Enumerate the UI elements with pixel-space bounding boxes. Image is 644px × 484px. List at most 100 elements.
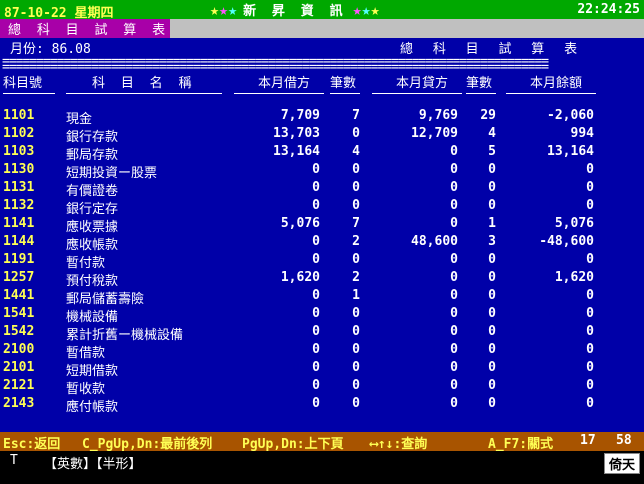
star-icons-right: ★ ★ ★ <box>352 0 380 19</box>
account-code: 2143 <box>3 396 35 411</box>
cell-debit: 13,703 <box>273 126 320 141</box>
cell-bal: 0 <box>586 252 594 267</box>
cell-cc: 0 <box>488 378 496 393</box>
cell-credit: 0 <box>450 306 458 321</box>
table-row[interactable]: 1141 應收票據 5,076 7 0 1 5,076 <box>0 216 644 235</box>
cell-debit: 1,620 <box>280 270 320 285</box>
c-pgup-hint[interactable]: C_PgUp,Dn:最前後列 <box>82 433 212 452</box>
account-name: 應收帳款 <box>66 238 119 253</box>
table-row[interactable]: 2101 短期借款 0 0 0 0 0 <box>0 360 644 379</box>
cell-dc: 0 <box>352 162 360 177</box>
underline-debit <box>234 93 324 94</box>
account-code: 1441 <box>3 288 35 303</box>
cell-debit: 0 <box>312 342 320 357</box>
cell-dc: 0 <box>352 306 360 321</box>
cell-bal: -48,600 <box>539 234 594 249</box>
cell-debit: 0 <box>312 288 320 303</box>
ime-indicator: T <box>10 453 18 468</box>
account-code: 1101 <box>3 108 35 123</box>
total-pages: 58 <box>616 433 632 448</box>
table-row[interactable]: 1144 應收帳款 0 2 48,600 3 -48,600 <box>0 234 644 253</box>
cell-debit: 0 <box>312 306 320 321</box>
cell-debit: 0 <box>312 378 320 393</box>
cell-cc: 4 <box>488 126 496 141</box>
account-code: 2121 <box>3 378 35 393</box>
table-row[interactable]: 1132 銀行定存 0 0 0 0 0 <box>0 198 644 217</box>
table-row[interactable]: 1130 短期投資ー股票 0 0 0 0 0 <box>0 162 644 181</box>
cell-cc: 3 <box>488 234 496 249</box>
cell-debit: 5,076 <box>280 216 320 231</box>
pgup-hint[interactable]: PgUp,Dn:上下頁 <box>242 433 344 452</box>
month-label: 月份: 86.08 <box>10 42 91 57</box>
cell-credit: 0 <box>450 144 458 159</box>
brand-name: 新 昇 資 訊 <box>243 4 347 19</box>
table-row[interactable]: 1257 預付稅款 1,620 2 0 0 1,620 <box>0 270 644 289</box>
cell-bal: 0 <box>586 324 594 339</box>
account-code: 1541 <box>3 306 35 321</box>
underline-code <box>3 93 55 94</box>
account-code: 1103 <box>3 144 35 159</box>
cell-dc: 2 <box>352 234 360 249</box>
report-title: 總 科 目 試 算 表 <box>400 42 584 57</box>
cell-debit: 0 <box>312 396 320 411</box>
table-row[interactable]: 1191 暫付款 0 0 0 0 0 <box>0 252 644 271</box>
input-mode[interactable]: 【英數】【半形】 <box>44 453 142 472</box>
table-row[interactable]: 1541 機械設備 0 0 0 0 0 <box>0 306 644 325</box>
cell-cc: 0 <box>488 198 496 213</box>
a-f7-hint[interactable]: A_F7:關式 <box>488 433 553 452</box>
title-bar: 總 科 目 試 算 表 <box>0 19 644 38</box>
cell-cc: 0 <box>488 360 496 375</box>
cell-dc: 0 <box>352 360 360 375</box>
cell-credit: 48,600 <box>411 234 458 249</box>
table-row[interactable]: 1131 有價證卷 0 0 0 0 0 <box>0 180 644 199</box>
table-row[interactable]: 1102 銀行存款 13,703 0 12,709 4 994 <box>0 126 644 145</box>
cell-cc: 1 <box>488 216 496 231</box>
table-row[interactable]: 1441 郵局儲蓄壽險 0 1 0 0 0 <box>0 288 644 307</box>
underline-credit <box>372 93 462 94</box>
account-code: 1132 <box>3 198 35 213</box>
underline-name <box>66 93 222 94</box>
table-row[interactable]: 2143 應付帳款 0 0 0 0 0 <box>0 396 644 415</box>
cell-dc: 0 <box>352 126 360 141</box>
account-name: 短期投資ー股票 <box>66 166 158 181</box>
cell-bal: 0 <box>586 342 594 357</box>
underline-balance <box>506 93 596 94</box>
col-debit: 本月借方 <box>258 76 311 91</box>
cell-credit: 0 <box>450 396 458 411</box>
underline-debit-count <box>330 93 360 94</box>
cell-debit: 0 <box>312 360 320 375</box>
status-bar: Esc:返回 C_PgUp,Dn:最前後列 PgUp,Dn:上下頁 ⟷↑↓:查詢… <box>0 432 644 452</box>
cell-bal: 0 <box>586 306 594 321</box>
arrows-query-hint[interactable]: ⟷↑↓:查詢 <box>370 433 427 452</box>
account-name: 預付稅款 <box>66 274 119 289</box>
account-name: 銀行存款 <box>66 130 119 145</box>
table-row[interactable]: 2100 暫借款 0 0 0 0 0 <box>0 342 644 361</box>
col-name: 科 目 名 稱 <box>92 76 196 91</box>
cell-bal: 0 <box>586 360 594 375</box>
cell-bal: -2,060 <box>547 108 594 123</box>
cell-bal: 0 <box>586 198 594 213</box>
account-code: 1130 <box>3 162 35 177</box>
cell-credit: 0 <box>450 270 458 285</box>
cell-debit: 13,164 <box>273 144 320 159</box>
col-debit-count: 筆數 <box>330 76 357 91</box>
table-row[interactable]: 2121 暫收款 0 0 0 0 0 <box>0 378 644 397</box>
cell-cc: 0 <box>488 288 496 303</box>
table-row[interactable]: 1101 現金 7,709 7 9,769 29 -2,060 <box>0 108 644 127</box>
double-rule-top-2: ========================================… <box>2 64 549 72</box>
table-row[interactable]: 1542 累計折舊ー機械設備 0 0 0 0 0 <box>0 324 644 343</box>
cell-credit: 0 <box>450 288 458 303</box>
esc-hint[interactable]: Esc:返回 <box>3 433 60 452</box>
cell-cc: 5 <box>488 144 496 159</box>
account-name: 暫借款 <box>66 346 106 361</box>
account-code: 2100 <box>3 342 35 357</box>
cell-credit: 0 <box>450 342 458 357</box>
cell-debit: 0 <box>312 324 320 339</box>
current-page: 17 <box>580 433 596 448</box>
account-name: 暫收款 <box>66 382 106 397</box>
cell-dc: 0 <box>352 180 360 195</box>
table-row[interactable]: 1103 郵局存款 13,164 4 0 5 13,164 <box>0 144 644 163</box>
cell-bal: 0 <box>586 288 594 303</box>
cell-dc: 0 <box>352 252 360 267</box>
cell-dc: 7 <box>352 108 360 123</box>
